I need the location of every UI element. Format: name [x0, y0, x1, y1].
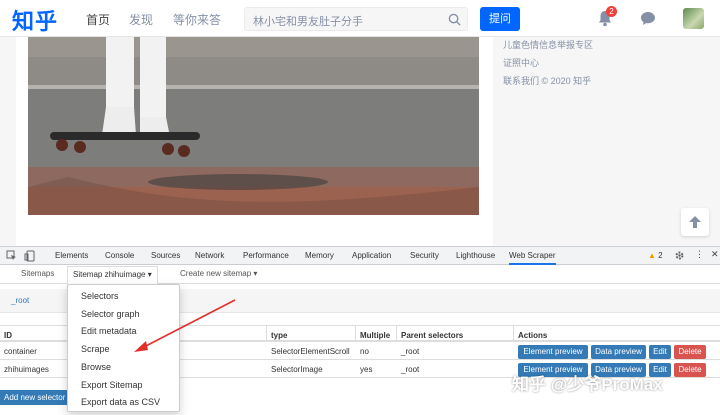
- menu-browse[interactable]: Browse: [81, 362, 111, 372]
- back-to-top-icon[interactable]: [681, 208, 709, 236]
- tab-console[interactable]: Console: [105, 251, 134, 260]
- edit-button[interactable]: Edit: [649, 345, 671, 359]
- tab-web-scraper[interactable]: Web Scraper: [509, 247, 556, 265]
- caret-down-icon: ▾: [253, 269, 258, 278]
- breadcrumb-root[interactable]: _root: [11, 296, 29, 305]
- close-devtools-icon[interactable]: ✕: [711, 249, 719, 260]
- menu-export-sitemap[interactable]: Export Sitemap: [81, 380, 143, 390]
- answer-image[interactable]: [28, 37, 479, 215]
- screen: 知乎 首页 发现 等你来答 林小宅和男友肚子分手 提问 2 儿童色情信息举报专区…: [0, 0, 720, 415]
- cell-multiple: yes: [356, 360, 397, 378]
- avatar[interactable]: [683, 8, 704, 29]
- menu-selectors[interactable]: Selectors: [81, 291, 119, 301]
- search-input[interactable]: 林小宅和男友肚子分手: [244, 7, 468, 31]
- tab-security[interactable]: Security: [410, 251, 439, 260]
- data-preview-button[interactable]: Data preview: [591, 345, 646, 359]
- nav-home[interactable]: 首页: [86, 11, 110, 28]
- tab-memory[interactable]: Memory: [305, 251, 334, 260]
- tab-lighthouse[interactable]: Lighthouse: [456, 251, 495, 260]
- element-preview-button[interactable]: Element preview: [518, 345, 588, 359]
- annotation-arrow-icon: [134, 299, 236, 352]
- more-options-icon[interactable]: ⋮: [695, 249, 704, 260]
- col-type: type: [267, 325, 356, 342]
- col-parent: Parent selectors: [397, 325, 514, 342]
- tab-performance[interactable]: Performance: [243, 251, 289, 260]
- link-contact[interactable]: 联系我们 © 2020 知乎: [503, 74, 591, 87]
- tab-elements[interactable]: Elements: [55, 251, 88, 260]
- notification-badge: 2: [606, 6, 617, 17]
- search-icon[interactable]: [448, 13, 461, 26]
- tab-network[interactable]: Network: [195, 251, 224, 260]
- add-new-selector-button[interactable]: Add new selector: [0, 390, 68, 405]
- tab-application[interactable]: Application: [352, 251, 391, 260]
- gear-icon[interactable]: [674, 250, 685, 261]
- link-child-report[interactable]: 儿童色情信息举报专区: [503, 38, 593, 51]
- nav-create-sitemap[interactable]: Create new sitemap ▾: [180, 269, 257, 278]
- ask-button[interactable]: 提问: [480, 7, 520, 31]
- tab-sources[interactable]: Sources: [151, 251, 180, 260]
- menu-export-csv[interactable]: Export data as CSV: [81, 397, 160, 407]
- warnings-counter[interactable]: ▲ 2: [648, 251, 663, 260]
- nav-sitemaps[interactable]: Sitemaps: [21, 269, 54, 278]
- zhihu-header: 知乎 首页 发现 等你来答 林小宅和男友肚子分手 提问 2: [0, 0, 720, 37]
- watermark: 知乎 @少爷ProMax: [512, 375, 663, 394]
- delete-button[interactable]: Delete: [674, 345, 706, 359]
- scraper-nav: Sitemaps Sitemap zhihuimage ▾ Create new…: [0, 266, 720, 285]
- cell-multiple: no: [356, 342, 397, 360]
- menu-scrape[interactable]: Scrape: [81, 344, 110, 354]
- nav-waiting-answers[interactable]: 等你来答: [173, 11, 221, 28]
- cell-parent: _root: [397, 342, 514, 360]
- warning-icon: ▲: [648, 251, 656, 260]
- search-placeholder: 林小宅和男友肚子分手: [253, 16, 363, 28]
- cell-type: SelectorElementScroll: [267, 342, 356, 360]
- device-toggle-icon[interactable]: [24, 250, 36, 262]
- zhihu-logo[interactable]: 知乎: [12, 4, 58, 36]
- current-sitemap-label: Sitemap zhihuimage: [73, 270, 146, 279]
- link-license-center[interactable]: 证照中心: [503, 56, 539, 69]
- cell-type: SelectorImage: [267, 360, 356, 378]
- chat-icon[interactable]: [640, 11, 656, 26]
- cell-parent: _root: [397, 360, 514, 378]
- col-multiple: Multiple: [356, 325, 397, 342]
- nav-current-sitemap[interactable]: Sitemap zhihuimage ▾: [67, 266, 158, 285]
- inspect-icon[interactable]: [6, 250, 17, 261]
- nav-discover[interactable]: 发现: [129, 11, 153, 28]
- devtools-tabbar: Elements Console Sources Network Perform…: [0, 247, 720, 265]
- col-actions: Actions: [514, 325, 720, 342]
- caret-down-icon: ▾: [147, 270, 152, 279]
- delete-button[interactable]: Delete: [674, 363, 706, 377]
- create-sitemap-label: Create new sitemap: [180, 269, 252, 278]
- warning-count: 2: [658, 251, 663, 260]
